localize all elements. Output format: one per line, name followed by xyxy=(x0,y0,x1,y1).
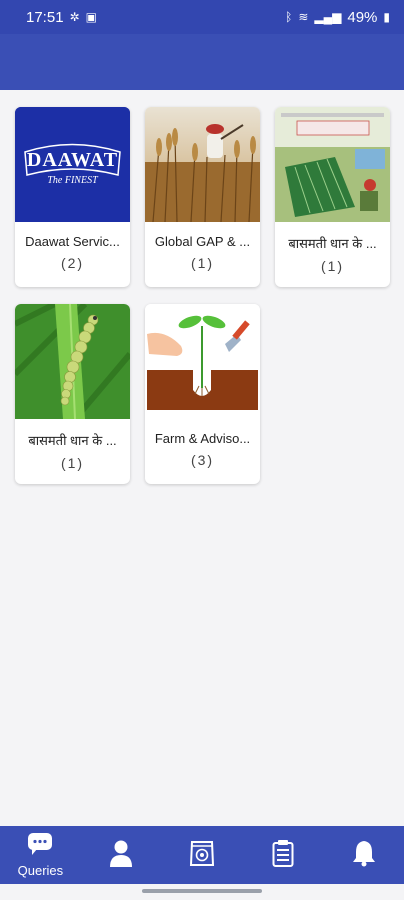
bluetooth-icon: ᛒ xyxy=(285,10,293,24)
category-card[interactable]: बासमती धान के ... (1) xyxy=(15,304,130,484)
category-card[interactable]: Farm & Adviso... (3) xyxy=(145,304,260,484)
nav-queries-label: Queries xyxy=(17,863,64,878)
wheat-field-image xyxy=(145,107,260,222)
battery-level: 49% xyxy=(347,8,378,26)
battery-icon: ▮ xyxy=(383,10,390,24)
card-title: बासमती धान के ... xyxy=(28,433,117,448)
card-count: (1) xyxy=(190,255,215,271)
category-card[interactable]: बासमती धान के ... (1) xyxy=(275,107,390,287)
clipboard-icon xyxy=(272,839,294,872)
nav-queries[interactable]: Queries xyxy=(5,826,75,884)
gesture-handle[interactable] xyxy=(142,889,262,893)
category-card[interactable]: Global GAP & ... (1) xyxy=(145,107,260,287)
card-title: Global GAP & ... xyxy=(154,234,251,249)
daawat-brand-text: DAAWAT xyxy=(26,149,119,171)
card-title: बासमती धान के ... xyxy=(288,236,377,251)
caterpillar-image xyxy=(15,304,130,419)
nav-profile[interactable] xyxy=(86,826,156,884)
bottom-navigation: Queries xyxy=(0,826,404,884)
status-time: 17:51 xyxy=(26,8,64,26)
app-bar xyxy=(0,34,404,90)
card-count: (1) xyxy=(60,455,85,471)
category-card[interactable]: DAAWAT The FINEST Daawat Servic... (2) xyxy=(15,107,130,287)
seedling-planting-image xyxy=(145,304,260,419)
card-title: Daawat Servic... xyxy=(25,234,120,249)
bell-icon xyxy=(351,839,377,872)
nav-reports[interactable] xyxy=(248,826,318,884)
card-title: Farm & Adviso... xyxy=(154,431,251,446)
card-count: (2) xyxy=(60,255,85,271)
daawat-logo-image: DAAWAT The FINEST xyxy=(15,107,130,222)
signal-icon: ▂▄▆ xyxy=(314,10,342,24)
person-icon xyxy=(109,839,133,872)
status-bar: 17:51 ✲ ▣ ᛒ ≋ ▂▄▆ 49% ▮ xyxy=(0,0,404,34)
chat-icon xyxy=(27,832,53,861)
category-grid: DAAWAT The FINEST Daawat Servic... (2) G… xyxy=(15,107,395,484)
card-count: (3) xyxy=(190,452,215,468)
notification-icon: ✲ xyxy=(69,10,80,24)
card-count: (1) xyxy=(320,258,345,274)
nav-seeds[interactable] xyxy=(167,826,237,884)
booklet-cover-image xyxy=(275,107,390,222)
seed-bag-icon xyxy=(189,839,215,872)
wifi-icon: ≋ xyxy=(298,10,309,24)
nav-notifications[interactable] xyxy=(329,826,399,884)
gallery-icon: ▣ xyxy=(85,10,97,24)
daawat-tagline-text: The FINEST xyxy=(47,175,98,186)
